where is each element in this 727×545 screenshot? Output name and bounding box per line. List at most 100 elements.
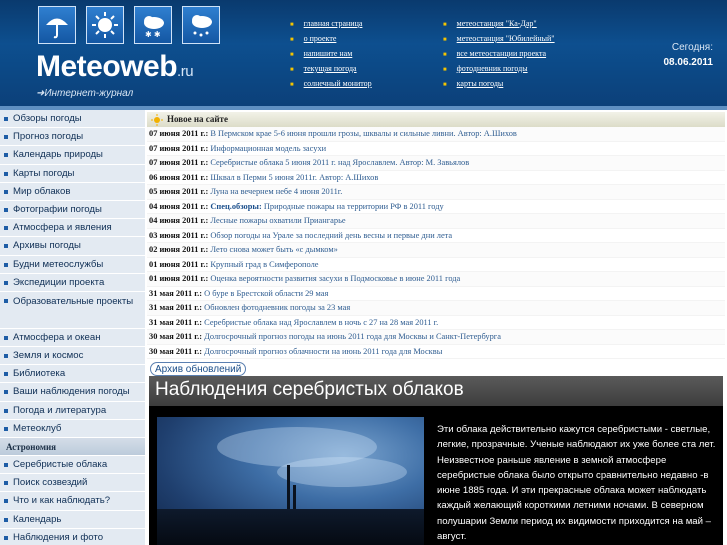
news-link[interactable]: Луна на вечернем небе 4 июня 2011г. bbox=[210, 187, 342, 196]
nav-link-station-kadar[interactable]: метеостанция "Ка-Дар" bbox=[443, 16, 555, 31]
news-row: 31 мая 2011 г.: Обновлен фотодневник пог… bbox=[147, 301, 725, 316]
featured-article: Наблюдения серебристых облаков Эти облак… bbox=[149, 376, 723, 545]
today-label: Сегодня: bbox=[671, 42, 713, 53]
news-date: 01 июня 2011 г.: bbox=[149, 274, 209, 283]
news-row: 30 мая 2011 г.: Долгосрочный прогноз обл… bbox=[147, 345, 725, 359]
nav-link-current-weather[interactable]: текущая погода bbox=[290, 61, 372, 76]
sidebar-item-calendar[interactable]: Календарь bbox=[0, 510, 145, 529]
sidebar-item-weather-photos[interactable]: Фотографии погоды bbox=[0, 200, 145, 220]
sidebar-item-weather-reviews[interactable]: Обзоры погоды bbox=[0, 110, 145, 129]
news-date: 06 июня 2011 г.: bbox=[149, 172, 209, 182]
news-row: 04 июня 2011 г.: Спец.обзоры: Природные … bbox=[147, 200, 725, 214]
news-date: 07 июня 2011 г.: bbox=[149, 129, 209, 138]
news-date: 31 мая 2011 г.: bbox=[149, 303, 203, 312]
news-date: 04 июня 2011 г.: bbox=[149, 201, 209, 211]
sidebar-item-weather-maps[interactable]: Карты погоды bbox=[0, 164, 145, 183]
news-row: 03 июня 2011 г.: Обзор погоды на Урале з… bbox=[147, 229, 725, 243]
news-row: 07 июня 2011 г.: В Пермском крае 5-6 июн… bbox=[147, 127, 725, 142]
photo-ground bbox=[157, 509, 424, 545]
sidebar: Обзоры погоды Прогноз погоды Календарь п… bbox=[0, 110, 145, 545]
article-photo[interactable] bbox=[157, 417, 424, 545]
today-date: 08.06.2011 bbox=[663, 57, 714, 68]
page: ✱ ✱ Meteoweb.ru ➜Интернет-журнал главная… bbox=[0, 0, 727, 545]
news-link[interactable]: Оценка вероятности развития засухи в Под… bbox=[210, 274, 460, 283]
sidebar-item-your-observations[interactable]: Ваши наблюдения погоды bbox=[0, 383, 145, 402]
news-link[interactable]: Лесные пожары охватили Приангарье bbox=[210, 216, 345, 225]
weather-icons: ✱ ✱ bbox=[38, 6, 220, 44]
sidebar-item-meteo-service[interactable]: Будни метеослужбы bbox=[0, 255, 145, 274]
article-text: Эти облака действительно кажутся серебри… bbox=[437, 424, 716, 543]
sidebar-item-forecast[interactable]: Прогноз погоды bbox=[0, 128, 145, 147]
news-title: Новое на сайте bbox=[167, 114, 228, 124]
news-link[interactable]: О буре в Брестской области 29 мая bbox=[204, 289, 328, 298]
news-row: 05 июня 2011 г.: Луна на вечернем небе 4… bbox=[147, 185, 725, 200]
nav-link-station-jubilee[interactable]: метеостанция "Юбилейный" bbox=[443, 31, 555, 46]
news-link[interactable]: Долгосрочный прогноз облачности на июнь … bbox=[204, 347, 442, 356]
news-link[interactable]: Крупный град в Симферополе bbox=[210, 260, 318, 269]
nav-link-solar-monitor[interactable]: солнечный монитор bbox=[290, 76, 372, 91]
news-row: 04 июня 2011 г.: Лесные пожары охватили … bbox=[147, 214, 725, 229]
news-link[interactable]: Природные пожары на территории РФ в 2011… bbox=[264, 202, 444, 211]
news-link[interactable]: Обзор погоды на Урале за последний день … bbox=[210, 231, 452, 240]
sidebar-section-astronomy: Астрономия bbox=[0, 438, 145, 456]
news-date: 30 мая 2011 г.: bbox=[149, 346, 203, 356]
news-date: 04 июня 2011 г.: bbox=[149, 216, 209, 225]
nav-link-photo-diary[interactable]: фотодневник погоды bbox=[443, 61, 555, 76]
sidebar-item-what-to-observe[interactable]: Что и как наблюдать? bbox=[0, 492, 145, 511]
photo-cloud bbox=[277, 457, 407, 487]
site-logo[interactable]: Meteoweb.ru bbox=[36, 50, 194, 84]
sidebar-item-atmosphere[interactable]: Атмосфера и явления bbox=[0, 219, 145, 238]
news-row: 31 мая 2011 г.: Серебристые облака над Я… bbox=[147, 316, 725, 330]
news-link[interactable]: Обновлен фотодневник погоды за 23 мая bbox=[204, 303, 350, 312]
sidebar-item-library[interactable]: Библиотека bbox=[0, 365, 145, 384]
news-date: 02 июня 2011 г.: bbox=[149, 245, 209, 254]
news-link[interactable]: Шквал в Перми 5 июня 2011г. Автор: А.Ших… bbox=[210, 173, 378, 182]
archive-button[interactable]: Архив обновлений bbox=[150, 362, 247, 376]
news-date: 30 мая 2011 г.: bbox=[149, 332, 203, 341]
news-link[interactable]: Серебристые облака 5 июня 2011 г. над Яр… bbox=[210, 158, 469, 167]
sidebar-item-noctilucent[interactable]: Серебристые облака bbox=[0, 456, 145, 475]
cloud-snow-icon[interactable]: ✱ ✱ bbox=[134, 6, 172, 44]
cloud-rain-icon[interactable] bbox=[182, 6, 220, 44]
logo-text: Meteoweb bbox=[36, 50, 178, 83]
nav-link-weather-maps[interactable]: карты погоды bbox=[443, 76, 555, 91]
news-date: 03 июня 2011 г.: bbox=[149, 230, 209, 240]
sidebar-item-constellations[interactable]: Поиск созвездий bbox=[0, 474, 145, 493]
news-link[interactable]: Долгосрочный прогноз погоды на июнь 2011… bbox=[204, 332, 501, 341]
sidebar-item-expeditions[interactable]: Экспедиции проекта bbox=[0, 273, 145, 292]
news-date: 01 июня 2011 г.: bbox=[149, 259, 209, 269]
today-box: Сегодня: 08.06.2011 bbox=[664, 42, 714, 68]
top-nav-left: главная страница о проекте напишите нам … bbox=[290, 16, 372, 91]
news-category-link[interactable]: Спец.обзоры: bbox=[210, 202, 261, 211]
news-row: 31 мая 2011 г.: О буре в Брестской облас… bbox=[147, 287, 725, 301]
nav-link-about[interactable]: о проекте bbox=[290, 31, 372, 46]
news-row: 02 июня 2011 г.: Лето снова может быть «… bbox=[147, 243, 725, 258]
article-title[interactable]: Наблюдения серебристых облаков bbox=[149, 376, 723, 406]
news-header: Новое на сайте bbox=[147, 112, 725, 127]
news-row: 07 июня 2011 г.: Информационная модель з… bbox=[147, 142, 725, 156]
top-nav-right: метеостанция "Ка-Дар" метеостанция "Юбил… bbox=[443, 16, 555, 91]
sidebar-item-clouds[interactable]: Мир облаков bbox=[0, 182, 145, 201]
news-link[interactable]: В Пермском крае 5-6 июня прошли грозы, ш… bbox=[210, 129, 517, 138]
news-link[interactable]: Серебристые облака над Ярославлем в ночь… bbox=[204, 318, 438, 327]
news-row: 01 июня 2011 г.: Крупный град в Симфероп… bbox=[147, 258, 725, 272]
umbrella-icon[interactable] bbox=[38, 6, 76, 44]
sidebar-item-literature[interactable]: Погода и литература bbox=[0, 401, 145, 420]
sidebar-item-archives[interactable]: Архивы погоды bbox=[0, 237, 145, 256]
sun-icon[interactable] bbox=[86, 6, 124, 44]
nav-link-contact[interactable]: напишите нам bbox=[290, 46, 372, 61]
sidebar-item-atmosphere-ocean[interactable]: Атмосфера и океан bbox=[0, 328, 145, 348]
sidebar-item-education[interactable]: Образовательные проекты bbox=[0, 291, 145, 329]
tagline: ➜Интернет-журнал bbox=[36, 88, 134, 99]
news-link[interactable]: Лето снова может быть «с дымком» bbox=[210, 245, 337, 254]
news-link[interactable]: Информационная модель засухи bbox=[210, 144, 326, 153]
sidebar-item-meteoclub[interactable]: Метеоклуб bbox=[0, 419, 145, 438]
sidebar-item-earth-space[interactable]: Земля и космос bbox=[0, 347, 145, 366]
sidebar-item-observations-photo[interactable]: Наблюдения и фото bbox=[0, 528, 145, 545]
news-row: 01 июня 2011 г.: Оценка вероятности разв… bbox=[147, 272, 725, 287]
svg-text:✱ ✱: ✱ ✱ bbox=[145, 30, 161, 39]
nav-link-all-stations[interactable]: все метеостанции проекта bbox=[443, 46, 555, 61]
nav-link-home[interactable]: главная страница bbox=[290, 16, 372, 31]
news-panel: Новое на сайте 07 июня 2011 г.: В Пермск… bbox=[147, 112, 725, 377]
sidebar-item-nature-calendar[interactable]: Календарь природы bbox=[0, 146, 145, 165]
